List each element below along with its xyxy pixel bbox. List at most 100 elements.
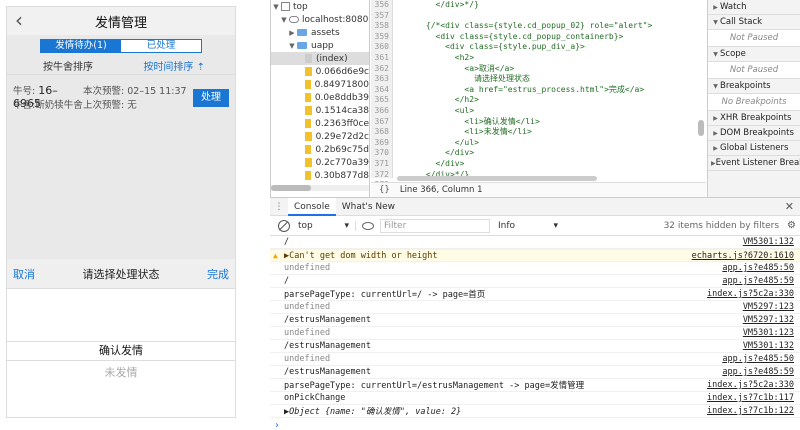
expand-triangle-icon[interactable]: ▼: [287, 42, 297, 50]
tree-item-file[interactable]: 0.2363ff0ce: [271, 117, 369, 130]
editor-scrollbar-thumb[interactable]: [698, 120, 704, 136]
code-line[interactable]: <h2>: [397, 53, 697, 64]
code-line[interactable]: {/*<div class={style.cd_popup_02} role="…: [397, 21, 697, 32]
line-number[interactable]: 364: [371, 85, 392, 96]
line-number[interactable]: 361: [371, 53, 392, 64]
pretty-print-button[interactable]: {}: [379, 185, 390, 195]
tab-whats-new[interactable]: What's New: [336, 198, 401, 216]
line-number[interactable]: 367: [371, 117, 392, 128]
line-number[interactable]: 358: [371, 21, 392, 32]
collapse-triangle-icon[interactable]: ▼: [711, 83, 720, 90]
code-line[interactable]: </div>: [397, 148, 697, 159]
expand-triangle-icon[interactable]: ▼: [279, 16, 289, 24]
navigator-scrollbar[interactable]: [271, 185, 369, 191]
section-watch[interactable]: ▶ Watch: [708, 0, 800, 15]
line-number[interactable]: 360: [371, 42, 392, 53]
source-link[interactable]: app.js?e485:50: [722, 354, 794, 364]
picker-done-button[interactable]: 完成: [207, 266, 229, 282]
section-call-stack[interactable]: ▼ Call Stack: [708, 15, 800, 30]
clear-console-icon[interactable]: [278, 219, 290, 232]
close-icon[interactable]: ✕: [785, 200, 794, 213]
source-link[interactable]: VM5297:123: [743, 302, 794, 312]
code-line[interactable]: 请选择处理状态: [397, 74, 697, 85]
tab-pending[interactable]: 发情待办(1): [41, 40, 121, 52]
source-link[interactable]: index.js?5c2a:330: [707, 380, 794, 390]
section-global-listeners[interactable]: ▶ Global Listeners: [708, 141, 800, 156]
line-number[interactable]: 359: [371, 32, 392, 43]
tree-item-file[interactable]: 0.2b69c75d: [271, 143, 369, 156]
console-prompt[interactable]: ›: [270, 418, 800, 430]
code-line[interactable]: </div>: [397, 159, 697, 170]
code-line[interactable]: </h2>: [397, 95, 697, 106]
code-line[interactable]: <div class={style.pup_div_a}>: [397, 42, 697, 53]
code-line[interactable]: </ul>: [397, 138, 697, 149]
tree-item-top[interactable]: ▼ top: [271, 0, 369, 13]
line-number[interactable]: 371: [371, 159, 392, 170]
expand-triangle-icon[interactable]: ▶: [287, 29, 297, 37]
collapse-triangle-icon[interactable]: ▼: [711, 19, 720, 26]
line-number[interactable]: 372: [371, 170, 392, 181]
chevron-left-icon[interactable]: ‹: [15, 9, 23, 31]
picker-option-selected[interactable]: 确认发情: [7, 341, 235, 361]
line-number[interactable]: 362: [371, 64, 392, 75]
source-link[interactable]: app.js?e485:59: [722, 276, 794, 286]
gear-icon[interactable]: ⚙: [787, 220, 796, 231]
code-line[interactable]: <li>确认发情</li>: [397, 117, 697, 128]
code-editor[interactable]: 356 357 358 359 360 361 362 363 364 365 366 367 368 3…: [371, 0, 706, 210]
scrollbar-thumb[interactable]: [271, 185, 311, 191]
process-button[interactable]: 处理: [193, 89, 229, 107]
scrollbar-thumb[interactable]: [397, 176, 597, 181]
console-warning[interactable]: ▲ ▶Can't get dom width or height echarts.j…: [270, 249, 800, 262]
line-number[interactable]: 357: [371, 11, 392, 22]
code-line[interactable]: <div class={style.cd_popup_containerb}>: [397, 32, 697, 43]
line-number[interactable]: 368: [371, 127, 392, 138]
line-number[interactable]: 363: [371, 74, 392, 85]
expand-triangle-icon[interactable]: ▼: [271, 3, 281, 11]
tab-console[interactable]: Console: [288, 197, 336, 216]
source-link[interactable]: echarts.js?6720:1610: [692, 251, 794, 261]
tree-item-host[interactable]: ▼ localhost:8080: [271, 13, 369, 26]
section-xhr-breakpoints[interactable]: ▶ XHR Breakpoints: [708, 111, 800, 126]
section-breakpoints[interactable]: ▼ Breakpoints: [708, 79, 800, 94]
source-link[interactable]: VM5301:132: [743, 237, 794, 247]
code-line[interactable]: <a href="estrus_process.html">完成</a>: [397, 85, 697, 96]
tree-item-index[interactable]: (index): [271, 52, 369, 65]
source-link[interactable]: index.js?5c2a:330: [707, 289, 794, 299]
console-message[interactable]: ▶Object {name: "确认发情", value: 2} index.js…: [270, 405, 800, 418]
picker-option[interactable]: 未发情: [7, 364, 235, 380]
source-link[interactable]: app.js?e485:50: [722, 263, 794, 273]
tree-item-assets[interactable]: ▶ assets: [271, 26, 369, 39]
eye-icon[interactable]: [362, 221, 374, 230]
line-number[interactable]: 366: [371, 106, 392, 117]
line-number[interactable]: 356: [371, 0, 392, 11]
tree-item-file[interactable]: 0.066d6e9c: [271, 65, 369, 78]
tree-item-file[interactable]: 0.1514ca38: [271, 104, 369, 117]
source-link[interactable]: VM5301:132: [743, 341, 794, 351]
tree-item-file[interactable]: 0.2c770a39: [271, 156, 369, 169]
kebab-menu-icon[interactable]: ⋮: [270, 202, 288, 212]
source-link[interactable]: VM5301:123: [743, 328, 794, 338]
expand-triangle-icon[interactable]: ▶: [711, 4, 720, 11]
filter-input[interactable]: Filter: [380, 218, 490, 233]
section-dom-breakpoints[interactable]: ▶ DOM Breakpoints: [708, 126, 800, 141]
sort-by-time[interactable]: 按时间排序 ⇡: [143, 58, 205, 73]
tree-item-file[interactable]: 0.0e8ddb39: [271, 91, 369, 104]
code-line[interactable]: <li>未发情</li>: [397, 127, 697, 138]
source-link[interactable]: VM5297:132: [743, 315, 794, 325]
tree-item-file[interactable]: 0.29e72d2c: [271, 130, 369, 143]
picker-cancel-button[interactable]: 取消: [13, 266, 35, 282]
code-line[interactable]: [397, 11, 697, 22]
expand-triangle-icon[interactable]: ▶: [711, 145, 720, 152]
collapse-triangle-icon[interactable]: ▼: [711, 51, 720, 58]
section-scope[interactable]: ▼ Scope: [708, 47, 800, 62]
tab-processed[interactable]: 已处理: [121, 40, 201, 52]
code-line[interactable]: <a>取消</a>: [397, 64, 697, 75]
line-number[interactable]: 365: [371, 95, 392, 106]
sort-by-barn[interactable]: 按牛舍排序: [43, 58, 93, 73]
expand-triangle-icon[interactable]: ▶: [711, 115, 720, 122]
code-area[interactable]: </div>*/} {/*<div class={style.cd_popup_…: [397, 0, 697, 178]
log-level-select[interactable]: Info ▾: [498, 221, 558, 231]
context-select[interactable]: top ▾: [298, 220, 356, 231]
line-number[interactable]: 369: [371, 138, 392, 149]
code-line[interactable]: </div>*/}: [397, 0, 697, 11]
